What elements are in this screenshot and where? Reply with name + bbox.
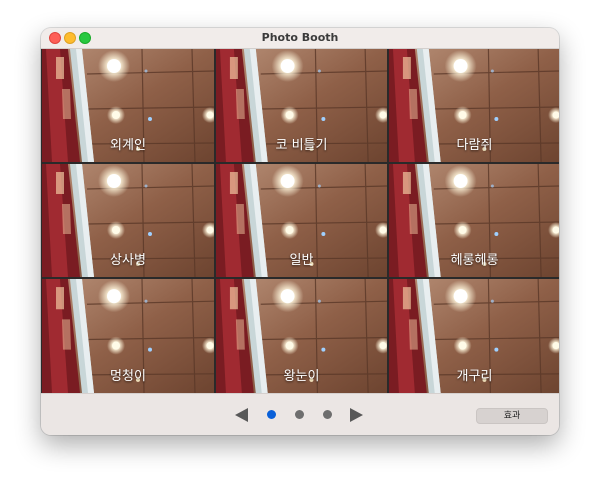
effect-cell-lovestruck[interactable]: 상사병 [42, 164, 214, 277]
effect-cell-dizzy[interactable]: 헤롱헤롱 [389, 164, 559, 277]
effect-label: 일반 [289, 253, 314, 268]
page-dot-2[interactable] [295, 410, 304, 419]
bottom-toolbar: 효과 [41, 393, 559, 435]
effect-cell-chipmunk[interactable]: 다람쥐 [389, 49, 559, 162]
effect-label: 코 비틀기 [275, 138, 328, 153]
effect-label: 왕눈이 [283, 369, 320, 384]
effects-grid: 외계인 코 비틀기 다람쥐 상사병 일반 헤롱헤롱 멍청이 왕눈이 개구리 [41, 49, 559, 393]
effect-cell-normal[interactable]: 일반 [216, 164, 387, 277]
effect-label: 외계인 [110, 138, 146, 153]
effects-button[interactable]: 효과 [476, 408, 548, 424]
effect-label: 개구리 [456, 369, 493, 384]
effect-cell-nose-twirl[interactable]: 코 비틀기 [216, 49, 387, 162]
effect-cell-frog[interactable]: 개구리 [389, 279, 559, 393]
effect-label: 헤롱헤롱 [450, 253, 499, 268]
effect-cell-bug-out[interactable]: 왕눈이 [216, 279, 387, 393]
page-dot-1[interactable] [267, 410, 276, 419]
effect-label: 상사병 [110, 253, 146, 268]
title-bar: Photo Booth [41, 28, 559, 49]
photo-booth-window: Photo Booth 외계인 코 비틀기 다람쥐 상사병 일반 헤롱헤롱 멍청… [41, 28, 559, 435]
right-arrow-icon[interactable] [350, 408, 363, 422]
left-arrow-icon[interactable] [235, 408, 248, 422]
page-dot-3[interactable] [323, 410, 332, 419]
effect-cell-alien[interactable]: 외계인 [42, 49, 214, 162]
effect-cell-blockhead[interactable]: 멍청이 [42, 279, 214, 393]
effect-label: 다람쥐 [456, 138, 493, 153]
effect-label: 멍청이 [110, 369, 146, 384]
window-title: Photo Booth [261, 31, 339, 44]
